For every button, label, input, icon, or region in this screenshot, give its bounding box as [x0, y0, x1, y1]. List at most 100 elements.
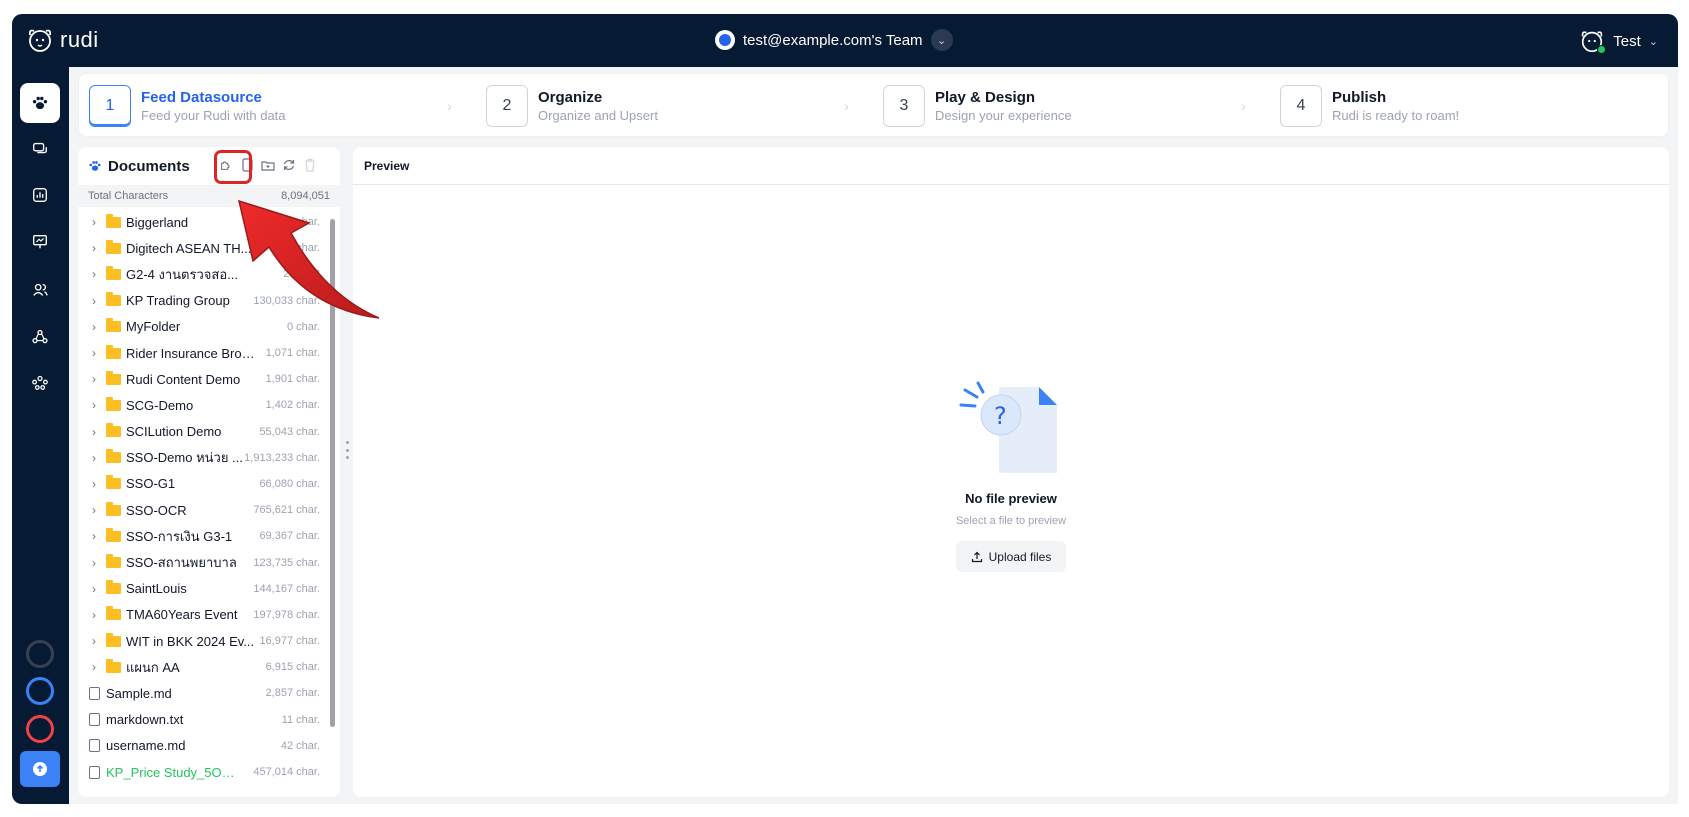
- item-char-count: 11 char.: [281, 713, 320, 726]
- brand-name: rudi: [60, 27, 99, 52]
- step-feed-datasource[interactable]: 1 Feed Datasource Feed your Rudi with da…: [89, 85, 286, 127]
- chevron-right-icon[interactable]: ›: [86, 320, 102, 334]
- scrollbar-thumb[interactable]: [330, 219, 335, 727]
- folder-icon: [106, 527, 121, 542]
- quota-ring-icon: [26, 677, 54, 705]
- folder-row[interactable]: › SCG-Demo 1,402 char.: [78, 392, 328, 418]
- chevron-right-icon[interactable]: ›: [86, 503, 102, 517]
- team-switcher[interactable]: test@example.com's Team ⌄: [715, 29, 953, 51]
- chevron-right-icon[interactable]: ›: [86, 608, 102, 622]
- folder-row[interactable]: › Rider Insurance Broker 1,071 char.: [78, 340, 328, 366]
- item-char-count: 197,978 char.: [253, 608, 320, 621]
- folder-row[interactable]: › Biggerland har.: [78, 209, 328, 235]
- paw-icon: [32, 96, 48, 110]
- chevron-right-icon[interactable]: ›: [86, 346, 102, 360]
- step-play-design[interactable]: 3 Play & Design Design your experience: [883, 85, 1072, 127]
- folder-row[interactable]: › SSO-สถานพยาบาล 123,735 char.: [78, 549, 328, 575]
- chevron-right-icon[interactable]: ›: [86, 372, 102, 386]
- folder-row[interactable]: › Digitech ASEAN TH... char.: [78, 235, 328, 261]
- file-icon: [89, 765, 100, 779]
- upgrade-button[interactable]: [20, 751, 60, 787]
- folder-row[interactable]: › MyFolder 0 char.: [78, 314, 328, 340]
- folder-icon: [106, 449, 121, 464]
- chevron-down-icon[interactable]: ⌄: [930, 29, 953, 51]
- paw-icon: [89, 161, 101, 171]
- folder-row[interactable]: › SCILution Demo 55,043 char.: [78, 419, 328, 445]
- folder-icon: [106, 423, 121, 438]
- item-name: KP Trading Group: [126, 293, 230, 309]
- chevron-right-icon: ›: [447, 98, 452, 114]
- arrow-up-circle-icon: [33, 762, 47, 776]
- chevron-right-icon[interactable]: ›: [86, 398, 102, 412]
- sidebar-item-integrations[interactable]: [20, 317, 60, 357]
- empty-subtitle: Select a file to preview: [955, 515, 1067, 527]
- folder-row[interactable]: › SSO-OCR 765,621 char.: [78, 497, 328, 523]
- item-char-count: 123,735 char.: [253, 556, 320, 569]
- file-icon: [89, 686, 100, 700]
- chevron-right-icon[interactable]: ›: [86, 660, 102, 674]
- item-name: G2-4 งานตรวจสอ...: [126, 266, 238, 282]
- sidebar-item-presentation[interactable]: [20, 222, 60, 262]
- users-icon: [33, 283, 48, 296]
- user-menu[interactable]: Test ⌄: [1579, 28, 1658, 54]
- folder-row[interactable]: › แผนก AA 6,915 char.: [78, 654, 328, 680]
- chat-icon: [33, 142, 47, 154]
- add-folder-button[interactable]: [260, 157, 276, 173]
- brand-logo[interactable]: rudi: [26, 26, 99, 54]
- documents-title: Documents: [108, 157, 190, 175]
- sidebar-item-datasource[interactable]: [20, 83, 60, 123]
- chevron-down-icon[interactable]: ⌄: [1649, 35, 1658, 48]
- folder-row[interactable]: › SaintLouis 144,167 char.: [78, 576, 328, 602]
- folder-row[interactable]: › Rudi Content Demo 1,901 char.: [78, 366, 328, 392]
- chevron-right-icon[interactable]: ›: [86, 215, 102, 229]
- item-name: Rider Insurance Broker: [126, 345, 256, 361]
- folder-row[interactable]: › TMA60Years Event 197,978 char.: [78, 602, 328, 628]
- chevron-right-icon: ›: [1241, 98, 1246, 114]
- sidebar-item-users[interactable]: [20, 270, 60, 310]
- step-subtitle: Organize and Upsert: [538, 108, 658, 123]
- folder-row[interactable]: › SSO-Demo หน่วย ... 1,913,233 char.: [78, 445, 328, 471]
- chevron-right-icon: ›: [844, 98, 849, 114]
- chevron-right-icon[interactable]: ›: [86, 582, 102, 596]
- folder-row[interactable]: › KP Trading Group 130,033 char.: [78, 288, 328, 314]
- sidebar-item-analytics[interactable]: [20, 175, 60, 215]
- folder-icon: [106, 292, 121, 307]
- panel-resize-handle[interactable]: [345, 441, 349, 459]
- item-char-count: char.: [296, 242, 320, 255]
- sidebar-item-chat[interactable]: [20, 129, 60, 169]
- step-publish[interactable]: 4 Publish Rudi is ready to roam!: [1280, 85, 1459, 127]
- chevron-right-icon[interactable]: ›: [86, 556, 102, 570]
- item-name: Digitech ASEAN TH...: [126, 240, 252, 256]
- item-name: Biggerland: [126, 214, 189, 230]
- item-char-count: 42 char.: [280, 739, 320, 752]
- chevron-right-icon[interactable]: ›: [86, 425, 102, 439]
- item-char-count: 1,913,233 char.: [244, 451, 320, 464]
- file-row[interactable]: KP_Price Study_5Oct2... 457,014 char.: [78, 759, 328, 785]
- item-char-count: 16,977 char.: [259, 635, 320, 648]
- folder-icon: [106, 632, 121, 647]
- annotation-highlight-box: [214, 150, 252, 184]
- folder-row[interactable]: › SSO-การเงิน G3-1 69,367 char.: [78, 523, 328, 549]
- step-number: 2: [486, 85, 528, 127]
- upload-files-button[interactable]: Upload files: [956, 541, 1066, 572]
- chevron-right-icon[interactable]: ›: [86, 451, 102, 465]
- folder-icon: [106, 265, 121, 280]
- chevron-right-icon[interactable]: ›: [86, 294, 102, 308]
- refresh-button[interactable]: [281, 157, 297, 173]
- file-row[interactable]: markdown.txt 11 char.: [78, 707, 328, 733]
- step-organize[interactable]: 2 Organize Organize and Upsert: [486, 85, 658, 127]
- folder-row[interactable]: › SSO-G1 66,080 char.: [78, 471, 328, 497]
- item-name: markdown.txt: [106, 712, 184, 728]
- chevron-right-icon[interactable]: ›: [86, 634, 102, 648]
- delete-button[interactable]: [302, 157, 318, 173]
- folder-row[interactable]: › WIT in BKK 2024 Ev... 16,977 char.: [78, 628, 328, 654]
- file-row[interactable]: Sample.md 2,857 char.: [78, 680, 328, 706]
- file-row[interactable]: username.md 42 char.: [78, 733, 328, 759]
- chevron-right-icon[interactable]: ›: [86, 529, 102, 543]
- sidebar-item-team[interactable]: [20, 363, 60, 403]
- chevron-right-icon[interactable]: ›: [86, 477, 102, 491]
- tree-scrollbar[interactable]: [330, 211, 335, 795]
- chevron-right-icon[interactable]: ›: [86, 267, 102, 281]
- chevron-right-icon[interactable]: ›: [86, 241, 102, 255]
- folder-row[interactable]: › G2-4 งานตรวจสอ... 2,733,3: [78, 261, 328, 287]
